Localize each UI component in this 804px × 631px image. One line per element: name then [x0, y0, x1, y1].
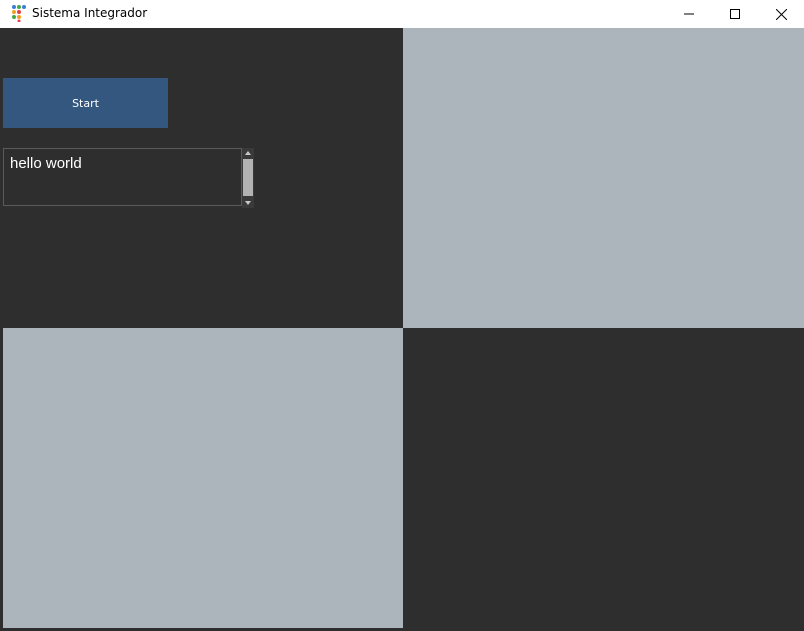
scroll-up-icon[interactable]	[242, 148, 254, 158]
app-dots-icon	[12, 5, 26, 22]
minimize-button[interactable]	[666, 0, 712, 28]
minimize-icon	[684, 13, 694, 15]
panel-bottom-right	[403, 328, 804, 628]
app-window: Sistema Integrador Start hello world	[0, 0, 804, 631]
close-icon	[775, 8, 787, 20]
output-scrollbar[interactable]	[242, 148, 254, 208]
output-textbox[interactable]: hello world	[3, 148, 242, 206]
title-bar[interactable]: Sistema Integrador	[0, 0, 804, 28]
panel-bottom-left	[3, 328, 403, 628]
maximize-icon	[730, 9, 740, 19]
window-title: Sistema Integrador	[32, 6, 148, 20]
scroll-down-icon[interactable]	[242, 198, 254, 208]
close-button[interactable]	[758, 0, 804, 28]
start-button[interactable]: Start	[3, 78, 168, 128]
output-text: hello world	[10, 155, 82, 172]
scroll-thumb[interactable]	[243, 159, 253, 196]
maximize-button[interactable]	[712, 0, 758, 28]
panel-top-right	[403, 28, 804, 328]
